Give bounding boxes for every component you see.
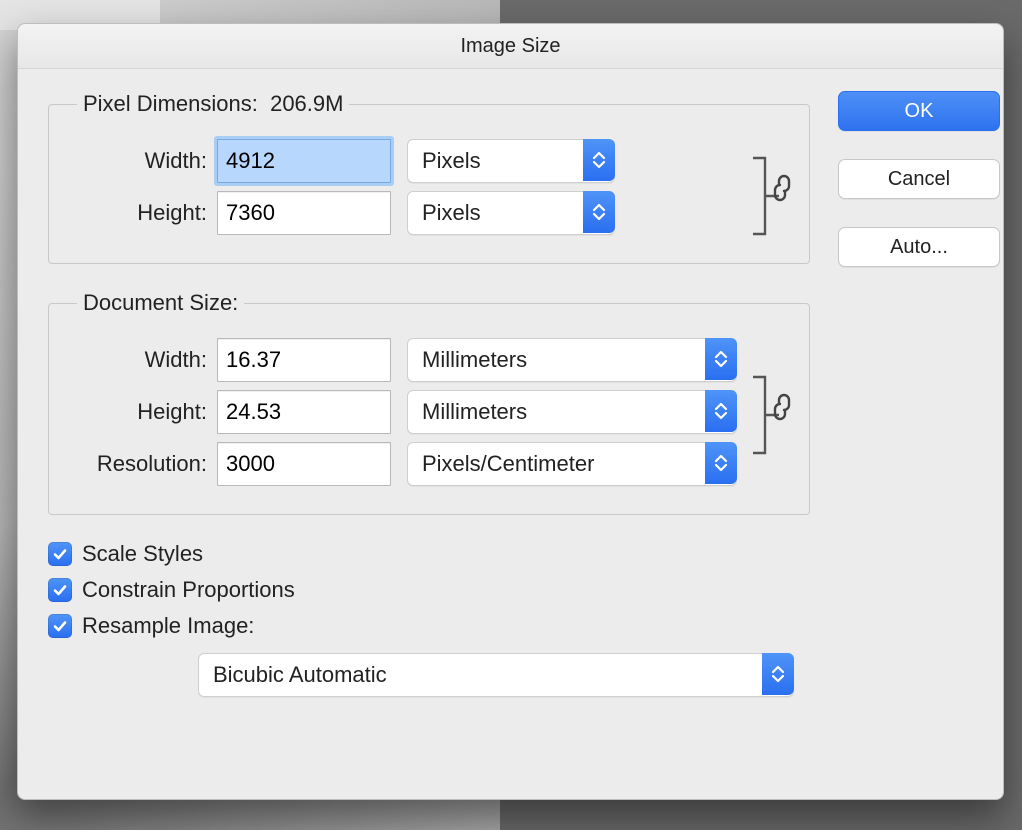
stepper-icon[interactable] xyxy=(705,338,737,380)
stepper-icon[interactable] xyxy=(705,390,737,432)
doc-height-input[interactable] xyxy=(217,390,391,434)
doc-height-unit-value: Millimeters xyxy=(422,399,527,425)
ok-button[interactable]: OK xyxy=(838,91,1000,131)
resample-method-value: Bicubic Automatic xyxy=(213,662,387,688)
resolution-label: Resolution: xyxy=(49,451,217,477)
resolution-input[interactable] xyxy=(217,442,391,486)
document-size-group: Document Size: Width: Millimeters xyxy=(48,290,810,515)
pixel-dimensions-group: Pixel Dimensions: 206.9M Width: Pixels xyxy=(48,91,810,264)
dialog-titlebar: Image Size xyxy=(18,24,1003,69)
options-checkboxes: Scale Styles Constrain Proportions Resam… xyxy=(48,541,810,697)
resolution-unit-select[interactable]: Pixels/Centimeter xyxy=(407,442,737,486)
link-bracket-icon xyxy=(749,140,797,240)
stepper-icon[interactable] xyxy=(762,653,794,695)
pixel-dimensions-size-value: 206.9M xyxy=(270,91,343,116)
constrain-proportions-checkbox[interactable] xyxy=(48,578,72,602)
doc-width-input[interactable] xyxy=(217,338,391,382)
pixel-dimensions-legend: Pixel Dimensions: 206.9M xyxy=(77,91,349,117)
resample-image-checkbox[interactable] xyxy=(48,614,72,638)
scale-styles-checkbox[interactable] xyxy=(48,542,72,566)
document-size-legend: Document Size: xyxy=(77,290,244,316)
stepper-icon[interactable] xyxy=(583,191,615,233)
pixel-width-input[interactable] xyxy=(217,139,391,183)
resample-image-label: Resample Image: xyxy=(82,613,254,639)
dialog-title: Image Size xyxy=(460,35,560,58)
resolution-unit-value: Pixels/Centimeter xyxy=(422,451,594,477)
pixel-width-unit-value: Pixels xyxy=(422,148,481,174)
doc-width-unit-select[interactable]: Millimeters xyxy=(407,338,737,382)
scale-styles-label: Scale Styles xyxy=(82,541,203,567)
dialog-content: Pixel Dimensions: 206.9M Width: Pixels xyxy=(18,69,1003,799)
pixel-dimensions-legend-label: Pixel Dimensions: xyxy=(83,91,258,116)
pixel-height-unit-value: Pixels xyxy=(422,200,481,226)
stepper-icon[interactable] xyxy=(583,139,615,181)
dialog-left-column: Pixel Dimensions: 206.9M Width: Pixels xyxy=(48,91,810,781)
stepper-icon[interactable] xyxy=(705,442,737,484)
dialog-right-column: OK Cancel Auto... xyxy=(810,91,1000,781)
doc-height-unit-select[interactable]: Millimeters xyxy=(407,390,737,434)
image-size-dialog: Image Size Pixel Dimensions: 206.9M Widt… xyxy=(17,23,1004,800)
link-bracket-icon xyxy=(749,359,797,471)
auto-button[interactable]: Auto... xyxy=(838,227,1000,267)
pixel-height-label: Height: xyxy=(49,200,217,226)
doc-width-label: Width: xyxy=(49,347,217,373)
ok-button-label: OK xyxy=(905,100,934,123)
pixel-width-label: Width: xyxy=(49,148,217,174)
cancel-button-label: Cancel xyxy=(888,168,950,191)
doc-width-unit-value: Millimeters xyxy=(422,347,527,373)
auto-button-label: Auto... xyxy=(890,236,948,259)
pixel-height-input[interactable] xyxy=(217,191,391,235)
cancel-button[interactable]: Cancel xyxy=(838,159,1000,199)
resample-method-select[interactable]: Bicubic Automatic xyxy=(198,653,794,697)
doc-height-label: Height: xyxy=(49,399,217,425)
constrain-proportions-label: Constrain Proportions xyxy=(82,577,295,603)
